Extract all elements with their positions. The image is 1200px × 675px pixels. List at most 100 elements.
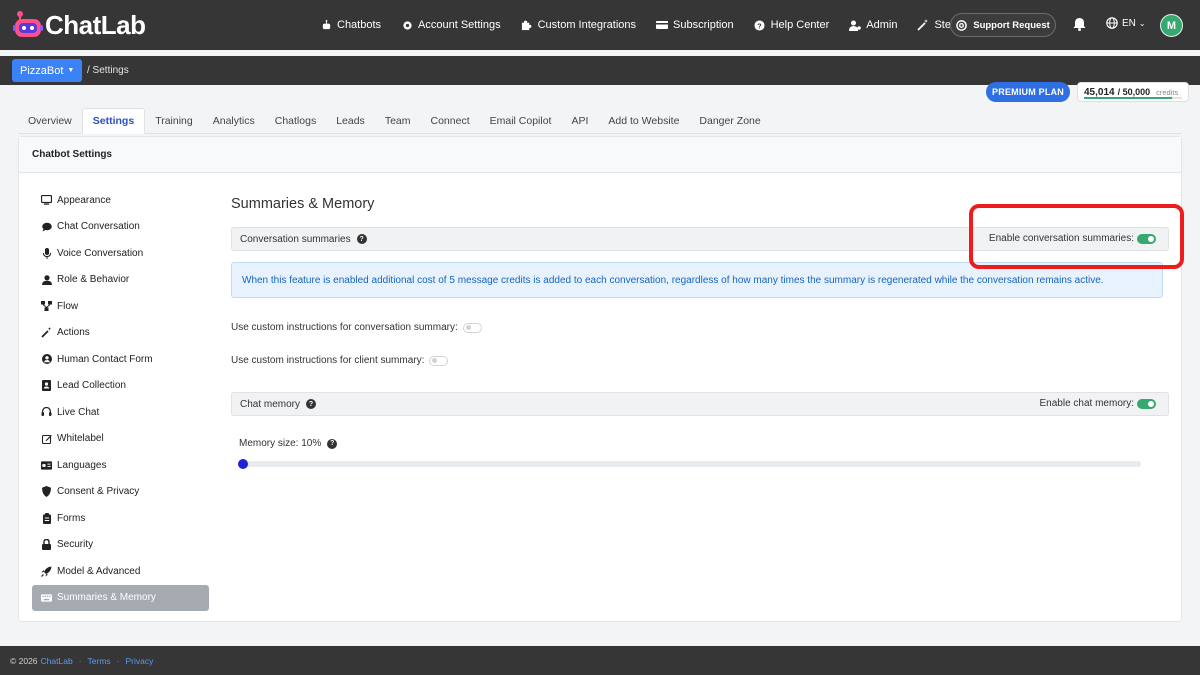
tab-api[interactable]: API <box>561 108 598 134</box>
nav-custom-integrations[interactable]: Custom Integrations <box>521 19 636 31</box>
brand-logo[interactable]: ChatLab <box>13 9 146 41</box>
sidebar-item-label: Lead Collection <box>57 380 126 392</box>
enable-chat-memory-control: Enable chat memory: <box>1040 398 1156 409</box>
tab-danger-zone[interactable]: Danger Zone <box>689 108 770 134</box>
tab-add-to-website[interactable]: Add to Website <box>598 108 689 134</box>
nav-label: Admin <box>866 19 898 31</box>
magic-wand-icon <box>917 19 929 31</box>
card-title: Chatbot Settings <box>19 137 1181 173</box>
sidebar-item-label: Human Contact Form <box>57 353 153 365</box>
sidebar-item-label: Appearance <box>57 194 111 206</box>
chevron-down-icon: ⌄ <box>1138 18 1146 28</box>
support-request-button[interactable]: Support Request <box>950 13 1056 37</box>
nav-account-settings[interactable]: Account Settings <box>401 19 501 31</box>
sidebar-item-label: Summaries & Memory <box>57 592 156 604</box>
tab-leads[interactable]: Leads <box>326 108 375 134</box>
footer-brand-link[interactable]: ChatLab <box>41 656 73 666</box>
tab-chatlogs[interactable]: Chatlogs <box>265 108 326 134</box>
footer: © 2026 ChatLab · Terms · Privacy <box>0 646 1200 675</box>
brand-name: ChatLab <box>45 9 146 40</box>
custom-conversation-summary-toggle[interactable] <box>462 322 482 333</box>
footer-terms-link[interactable]: Terms <box>88 656 111 666</box>
lifebuoy-icon <box>956 19 968 31</box>
sidebar-item-actions[interactable]: Actions <box>32 320 209 347</box>
top-navbar: ChatLab Chatbots Account Settings Custom… <box>0 0 1200 50</box>
footer-privacy-link[interactable]: Privacy <box>126 656 154 666</box>
sidebar-item-lead-collection[interactable]: Lead Collection <box>32 373 209 400</box>
language-selector[interactable]: EN ⌄ <box>1106 17 1146 29</box>
custom-client-summary-row: Use custom instructions for client summa… <box>231 355 449 366</box>
support-request-label: Support Request <box>973 19 1050 31</box>
sidebar-item-live-chat[interactable]: Live Chat <box>32 399 209 426</box>
sub-bar: PizzaBot ▼ / Settings <box>0 56 1200 85</box>
headset-icon <box>41 407 52 418</box>
sidebar-item-role-behavior[interactable]: Role & Behavior <box>32 267 209 294</box>
tab-team[interactable]: Team <box>375 108 421 134</box>
memory-size-label: Memory size: 10% <box>239 438 322 449</box>
robot-icon <box>320 19 332 31</box>
tab-training[interactable]: Training <box>145 108 203 134</box>
sidebar-item-label: Chat Conversation <box>57 221 140 233</box>
chatbot-selector-dropdown[interactable]: PizzaBot ▼ <box>12 59 83 82</box>
shield-icon <box>41 486 52 498</box>
enable-chat-memory-toggle[interactable] <box>1137 398 1156 409</box>
sidebar-item-voice-conversation[interactable]: Voice Conversation <box>32 240 209 267</box>
robot-logo-icon <box>13 11 43 37</box>
user-avatar[interactable]: M <box>1160 14 1183 37</box>
breadcrumb: / Settings <box>87 65 129 76</box>
sidebar-item-label: Security <box>57 539 94 551</box>
nav-admin[interactable]: Admin <box>849 19 897 31</box>
sidebar-item-label: Model & Advanced <box>57 565 141 577</box>
memory-size-row: Memory size: 10% ? <box>239 438 338 449</box>
sidebar-item-security[interactable]: Security <box>32 532 209 559</box>
sidebar-item-flow[interactable]: Flow <box>32 293 209 320</box>
sidebar-item-whitelabel[interactable]: Whitelabel <box>32 426 209 453</box>
nav-subscription[interactable]: Subscription <box>656 19 734 31</box>
chat-icon <box>41 221 52 232</box>
sidebar-item-consent-privacy[interactable]: Consent & Privacy <box>32 479 209 506</box>
sidebar-item-label: Live Chat <box>57 406 100 418</box>
nav-help-center[interactable]: ? Help Center <box>754 19 829 31</box>
custom-client-summary-toggle[interactable] <box>429 355 449 366</box>
user-icon <box>41 274 52 285</box>
premium-plan-badge[interactable]: PREMIUM PLAN <box>986 82 1070 102</box>
keyboard-icon <box>41 592 52 603</box>
nav-chatbots[interactable]: Chatbots <box>320 19 381 31</box>
tab-email-copilot[interactable]: Email Copilot <box>480 108 562 134</box>
chat-memory-section: Chat memory ? Enable chat memory: <box>231 392 1169 416</box>
tab-settings[interactable]: Settings <box>81 108 146 134</box>
lock-icon <box>41 539 52 551</box>
sidebar-item-label: Languages <box>57 459 107 471</box>
sidebar-item-forms[interactable]: Forms <box>32 505 209 532</box>
sidebar-item-appearance[interactable]: Appearance <box>32 187 209 214</box>
sidebar-item-label: Actions <box>57 327 90 339</box>
settings-tabs: Overview Settings Training Analytics Cha… <box>18 108 1182 134</box>
sidebar-item-human-contact-form[interactable]: Human Contact Form <box>32 346 209 373</box>
memory-size-slider-thumb[interactable] <box>238 459 248 469</box>
sidebar-item-label: Whitelabel <box>57 433 104 445</box>
help-icon[interactable]: ? <box>327 438 338 449</box>
sidebar-item-label: Flow <box>57 300 79 312</box>
custom-client-summary-label: Use custom instructions for client summa… <box>231 355 425 366</box>
flow-icon <box>41 301 52 312</box>
gear-icon <box>401 19 413 31</box>
chatbot-name: PizzaBot <box>20 64 64 77</box>
tab-analytics[interactable]: Analytics <box>203 108 265 134</box>
tab-connect[interactable]: Connect <box>421 108 480 134</box>
caret-down-icon: ▼ <box>67 67 75 74</box>
notifications-bell-icon[interactable] <box>1073 17 1086 34</box>
user-gear-icon <box>849 19 862 31</box>
tab-overview[interactable]: Overview <box>18 108 82 134</box>
help-icon[interactable]: ? <box>356 234 367 244</box>
help-icon[interactable]: ? <box>306 399 317 409</box>
sidebar-item-label: Role & Behavior <box>57 274 130 286</box>
sidebar-item-languages[interactable]: Languages <box>32 452 209 479</box>
sidebar-item-model-advanced[interactable]: Model & Advanced <box>32 558 209 585</box>
custom-conversation-summary-row: Use custom instructions for conversation… <box>231 322 482 333</box>
sidebar-item-summaries-memory[interactable]: Summaries & Memory <box>32 584 209 611</box>
credits-used: 45,014 <box>1084 86 1115 98</box>
sidebar-item-chat-conversation[interactable]: Chat Conversation <box>32 214 209 241</box>
microphone-icon <box>41 247 52 259</box>
clipboard-icon <box>41 512 52 524</box>
memory-size-slider[interactable] <box>238 459 1141 469</box>
